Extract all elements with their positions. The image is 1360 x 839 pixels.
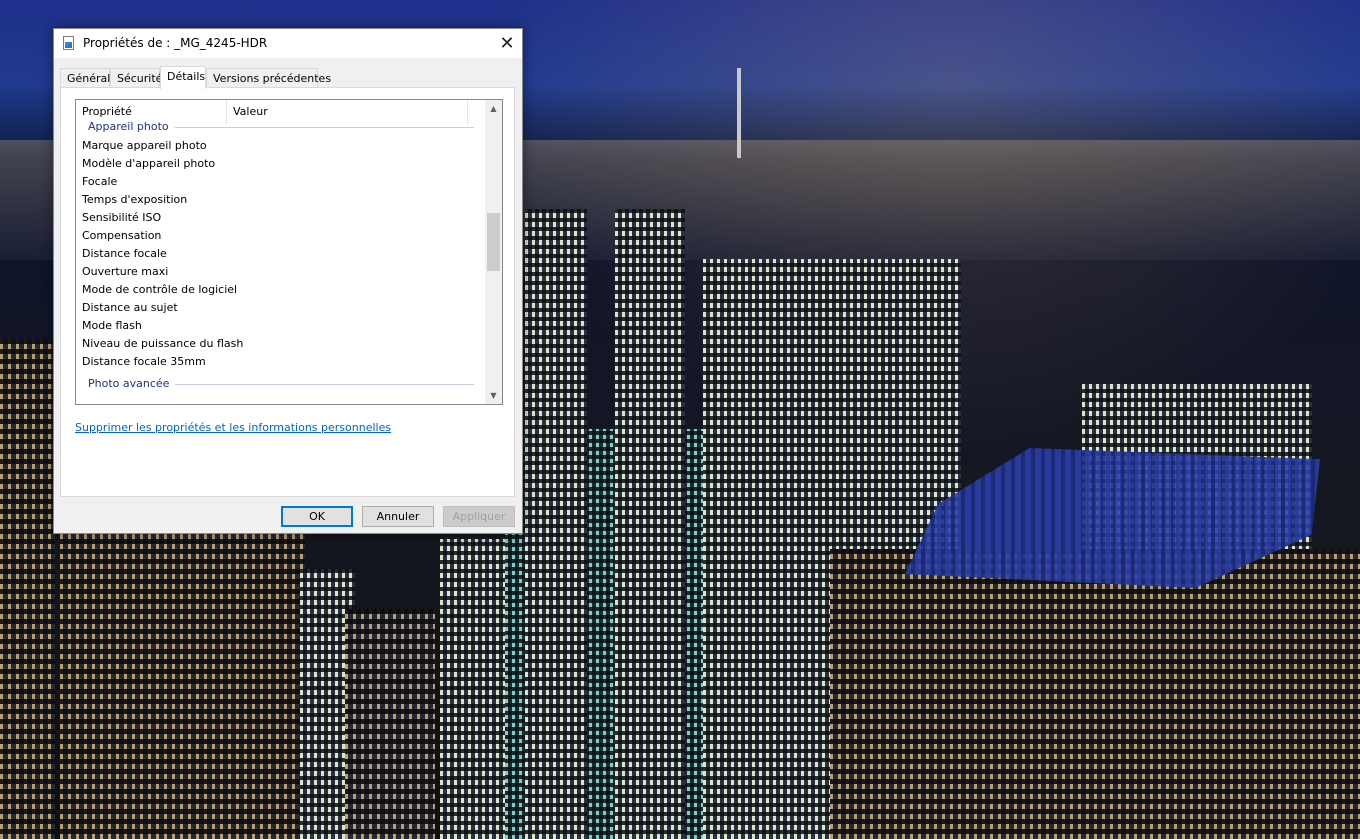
- list-item[interactable]: Compensation: [82, 227, 161, 245]
- list-body: Appareil photo Marque appareil photo Mod…: [76, 120, 486, 404]
- list-item[interactable]: Focale: [82, 173, 117, 191]
- tab-details[interactable]: Détails: [160, 66, 206, 89]
- list-item[interactable]: Temps d'exposition: [82, 191, 187, 209]
- list-item[interactable]: Mode de contrôle de logiciel: [82, 281, 237, 299]
- ok-button[interactable]: OK: [281, 506, 353, 527]
- list-item[interactable]: Marque appareil photo: [82, 137, 207, 155]
- tab-previous-versions[interactable]: Versions précédentes: [206, 68, 331, 87]
- details-panel: Propriété Valeur Appareil photo Marque a…: [60, 87, 515, 497]
- tab-general[interactable]: Général: [60, 68, 110, 87]
- remove-properties-link[interactable]: Supprimer les propriétés et les informat…: [75, 421, 391, 434]
- close-button[interactable]: ✕: [492, 29, 522, 58]
- group-label: Appareil photo: [88, 120, 175, 133]
- vertical-scrollbar[interactable]: ▲ ▼: [485, 100, 502, 404]
- list-item[interactable]: Sensibilité ISO: [82, 209, 161, 227]
- title-bar[interactable]: Propriétés de : _MG_4245-HDR ✕: [54, 29, 522, 58]
- building: [830, 549, 1360, 839]
- tv-tower: [737, 68, 741, 158]
- building: [345, 609, 435, 839]
- building: [525, 209, 587, 839]
- properties-list[interactable]: Propriété Valeur Appareil photo Marque a…: [75, 99, 503, 405]
- cancel-button[interactable]: Annuler: [362, 506, 434, 527]
- list-item[interactable]: Ouverture maxi: [82, 263, 168, 281]
- dialog-title: Propriétés de : _MG_4245-HDR: [83, 36, 268, 50]
- building: [0, 339, 55, 839]
- list-item[interactable]: Distance au sujet: [82, 299, 178, 317]
- image-file-icon: [63, 36, 74, 50]
- list-item[interactable]: Niveau de puissance du flash: [82, 335, 243, 353]
- list-item[interactable]: Modèle d'appareil photo: [82, 155, 215, 173]
- list-item[interactable]: Mode flash: [82, 317, 142, 335]
- building: [615, 209, 685, 839]
- group-header-advanced-photo[interactable]: Photo avancée: [76, 376, 486, 394]
- list-item[interactable]: Distance focale 35mm: [82, 353, 206, 371]
- list-item[interactable]: Distance focale: [82, 245, 167, 263]
- scroll-down-icon[interactable]: ▼: [485, 387, 502, 404]
- building: [60, 529, 305, 839]
- tab-security[interactable]: Sécurité: [110, 68, 162, 87]
- scroll-thumb[interactable]: [487, 213, 500, 271]
- group-header-camera[interactable]: Appareil photo: [76, 119, 486, 137]
- properties-dialog: Propriétés de : _MG_4245-HDR ✕ Général S…: [53, 28, 523, 534]
- scroll-up-icon[interactable]: ▲: [485, 100, 502, 117]
- building: [440, 539, 510, 839]
- apply-button[interactable]: Appliquer: [443, 506, 515, 527]
- group-label: Photo avancée: [88, 377, 176, 390]
